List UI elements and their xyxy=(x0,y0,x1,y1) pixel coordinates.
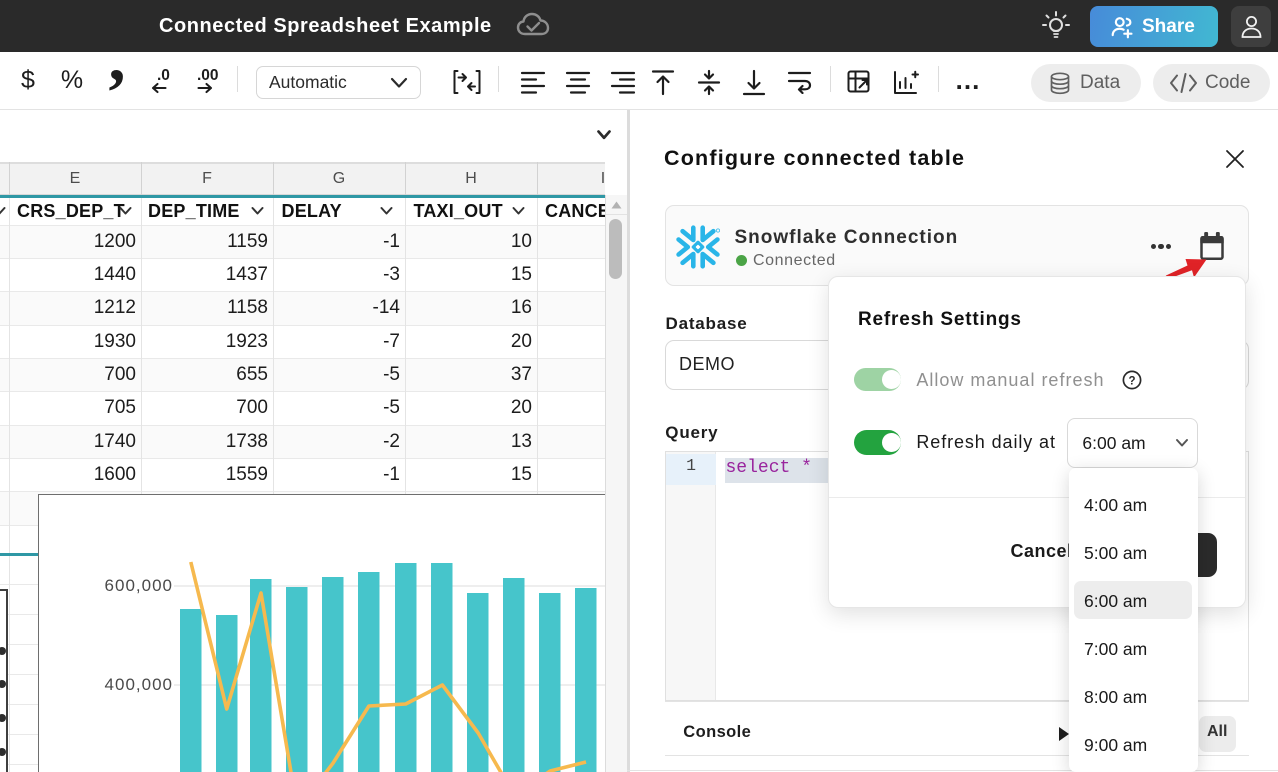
svg-text:?: ? xyxy=(1128,375,1135,387)
svg-text:400,000: 400,000 xyxy=(105,675,173,694)
svg-text:.0: .0 xyxy=(157,67,170,84)
svg-text:.00: .00 xyxy=(197,67,219,84)
svg-text:600,000: 600,000 xyxy=(105,576,173,595)
